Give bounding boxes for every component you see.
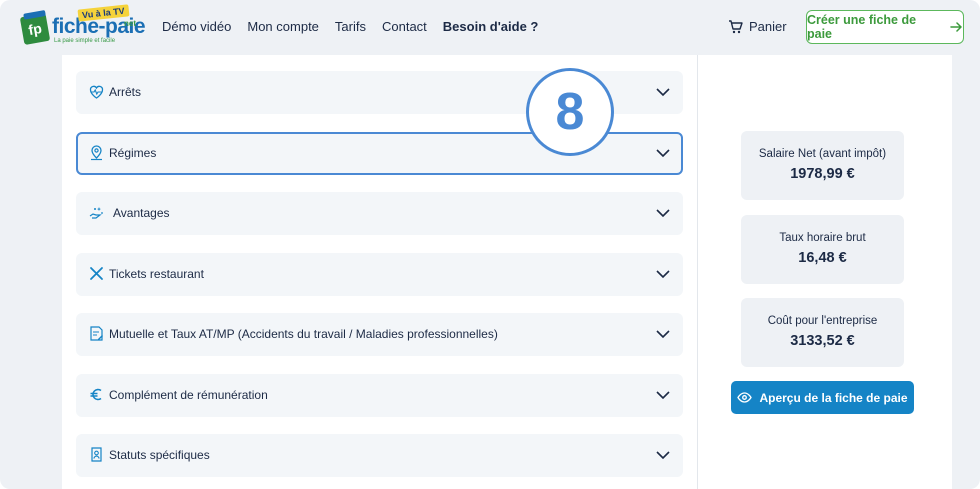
euro-icon — [90, 388, 102, 401]
accordion-label: Régimes — [109, 146, 157, 160]
cta-label: Créer une fiche de paie — [807, 13, 917, 41]
nav-demo-video[interactable]: Démo vidéo — [162, 19, 231, 34]
logo-tagline: La paie simple et facile — [54, 38, 116, 44]
summary-card-taux-horaire: Taux horaire brut 16,48 € — [741, 215, 904, 284]
cart-icon — [729, 19, 743, 33]
column-divider — [697, 55, 698, 489]
accordion-mutuelle[interactable]: Mutuelle et Taux AT/MP (Accidents du tra… — [76, 313, 683, 356]
accordion-label: Arrêts — [109, 85, 142, 99]
main-nav: Démo vidéo Mon compte Tarifs Contact Bes… — [162, 19, 554, 34]
card-label: Taux horaire brut — [779, 232, 866, 244]
chevron-down-icon[interactable] — [655, 208, 671, 218]
summary-card-salaire-net: Salaire Net (avant impôt) 1978,99 € — [741, 131, 904, 200]
preview-label: Aperçu de la fiche de paie — [759, 390, 908, 405]
document-edit-icon — [90, 326, 103, 341]
step-number-badge: 8 — [526, 68, 614, 156]
accordion-label: Avantages — [113, 206, 170, 220]
chevron-down-icon[interactable] — [655, 87, 671, 97]
fiche-paie-logo[interactable]: fp fiche-paie Vu à la TV net La paie sim… — [19, 4, 147, 49]
chevron-down-icon[interactable] — [655, 450, 671, 460]
location-pin-icon — [91, 145, 102, 161]
card-value: 1978,99 € — [790, 166, 855, 182]
arrow-right-icon — [950, 22, 963, 32]
accordion-label: Tickets restaurant — [109, 267, 204, 281]
top-header: fp fiche-paie Vu à la TV net La paie sim… — [6, 2, 974, 54]
nav-tarifs[interactable]: Tarifs — [335, 19, 366, 34]
eye-icon — [737, 392, 753, 403]
accordion-complement-remuneration[interactable]: Complément de rémunération — [76, 374, 683, 417]
create-payslip-button[interactable]: Créer une fiche de paie — [806, 10, 964, 44]
badge-document-icon — [91, 447, 102, 462]
accordion-avantages[interactable]: Avantages — [76, 192, 683, 235]
nav-besoin-aide[interactable]: Besoin d'aide ? — [443, 19, 539, 34]
logo-suffix: net — [124, 19, 136, 28]
card-label: Coût pour l'entreprise — [767, 315, 878, 327]
card-value: 16,48 € — [798, 250, 847, 266]
chevron-down-icon[interactable] — [655, 329, 671, 339]
card-label: Salaire Net (avant impôt) — [758, 148, 887, 160]
cart-label: Panier — [749, 19, 787, 34]
nav-mon-compte[interactable]: Mon compte — [247, 19, 319, 34]
heartbeat-icon — [89, 85, 104, 99]
cart-link[interactable]: Panier — [728, 19, 787, 34]
summary-card-cout-entreprise: Coût pour l'entreprise 3133,52 € — [741, 298, 904, 367]
fork-knife-icon — [90, 267, 103, 280]
nav-contact[interactable]: Contact — [382, 19, 427, 34]
card-value: 3133,52 € — [790, 333, 855, 349]
chevron-down-icon[interactable] — [655, 148, 671, 158]
accordion-tickets-restaurant[interactable]: Tickets restaurant — [76, 253, 683, 296]
accordion-statuts-specifiques[interactable]: Statuts spécifiques — [76, 434, 683, 477]
accordion-label: Complément de rémunération — [109, 388, 268, 402]
chevron-down-icon[interactable] — [655, 390, 671, 400]
accordion-label: Statuts spécifiques — [109, 448, 210, 462]
chevron-down-icon[interactable] — [655, 269, 671, 279]
accordion-label: Mutuelle et Taux AT/MP (Accidents du tra… — [109, 327, 498, 341]
fp-logo-icon: fp — [19, 12, 51, 46]
preview-payslip-button[interactable]: Aperçu de la fiche de paie — [731, 381, 914, 414]
hand-sparkle-icon — [89, 207, 103, 219]
